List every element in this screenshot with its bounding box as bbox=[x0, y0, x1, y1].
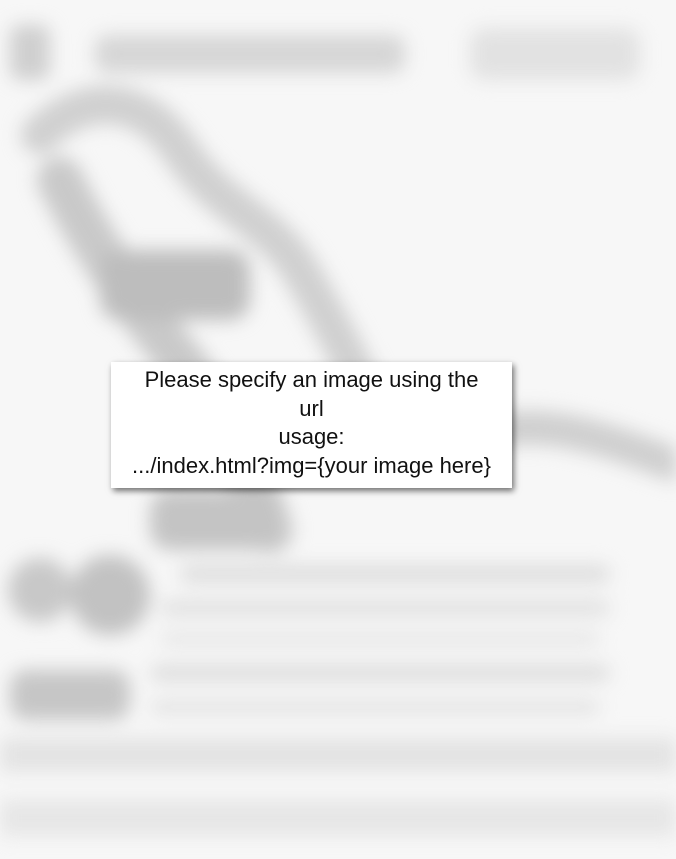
missing-image-notice: Please specify an image using the url us… bbox=[111, 362, 512, 488]
notice-line-url: url bbox=[299, 395, 324, 421]
notice-line-instruction: Please specify an image using the bbox=[144, 367, 479, 392]
notice-line-example: .../index.html?img={your image here} bbox=[132, 452, 491, 478]
notice-line-usage: usage: bbox=[278, 424, 345, 449]
